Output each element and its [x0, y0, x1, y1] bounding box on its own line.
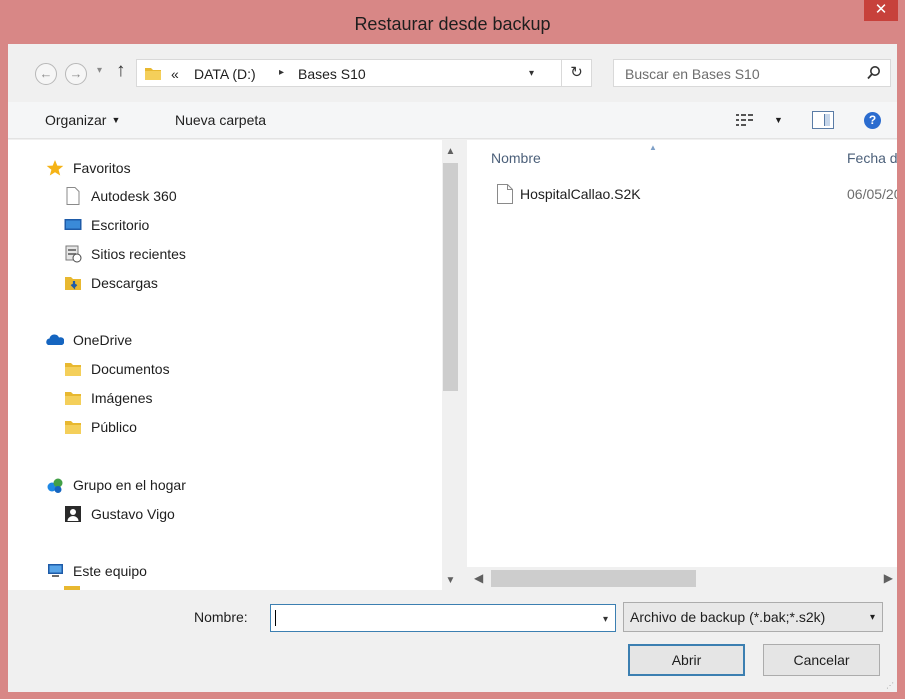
computer-icon [48, 564, 63, 577]
text-caret [275, 610, 276, 626]
cloud-icon [46, 334, 64, 345]
command-toolbar: Organizar ▼ Nueva carpeta ▼ ? [8, 102, 897, 139]
open-button[interactable]: Abrir [628, 644, 745, 676]
breadcrumb-bases-s10[interactable]: Bases S10 [298, 66, 366, 82]
downloads-folder-icon [65, 277, 81, 290]
scroll-down-icon[interactable]: ▼ [442, 575, 459, 586]
help-icon[interactable]: ? [864, 112, 881, 129]
close-button[interactable]: ✕ [864, 0, 898, 21]
dialog-client: ← → ▾ ↑ « DATA (D:) ▸ Bases S10 ▾ ↻ Busc… [8, 44, 897, 692]
resize-grip-icon[interactable]: ⋰ [886, 681, 894, 690]
navigation-pane[interactable]: Favoritos Autodesk 360 Escritorio Sitios… [8, 140, 445, 590]
search-icon[interactable] [866, 65, 882, 81]
window-title: Restaurar desde backup [354, 14, 551, 34]
star-icon [46, 160, 64, 176]
nav-item-label: Autodesk 360 [91, 188, 177, 204]
scrollbar-thumb[interactable] [491, 570, 696, 587]
organize-label: Organizar [45, 112, 107, 128]
new-folder-button[interactable]: Nueva carpeta [175, 112, 266, 128]
navigation-scrollbar[interactable]: ▲ ▼ [442, 140, 459, 590]
scrollbar-thumb[interactable] [443, 163, 458, 391]
file-date: 06/05/20 [847, 186, 897, 202]
back-button[interactable]: ← [35, 63, 57, 85]
breadcrumb-data-drive[interactable]: DATA (D:) [194, 66, 256, 82]
nav-onedrive-label: OneDrive [73, 332, 133, 348]
file-row[interactable]: HospitalCallao.S2K 06/05/20 [491, 182, 897, 206]
refresh-icon: ↻ [570, 64, 583, 81]
arrow-up-icon: ↑ [116, 60, 126, 81]
address-row: ← → ▾ ↑ « DATA (D:) ▸ Bases S10 ▾ ↻ Busc… [8, 44, 897, 102]
file-icon [497, 184, 513, 204]
arrow-right-icon: → [69, 66, 83, 81]
scroll-left-icon[interactable]: ◀ [474, 571, 483, 585]
dialog-window: Restaurar desde backup ✕ ← → ▾ ↑ « DATA … [0, 0, 905, 699]
nav-item-label: Público [91, 419, 137, 435]
file-type-select[interactable]: Archivo de backup (*.bak;*.s2k) ▾ [623, 602, 883, 632]
nav-item-label: Documentos [91, 361, 170, 377]
refresh-button[interactable]: ↻ [562, 59, 592, 87]
organize-menu[interactable]: Organizar ▼ [45, 112, 120, 128]
user-icon [65, 506, 81, 522]
file-list[interactable]: ▲ Nombre Fecha d HospitalCallao.S2K 06/0… [467, 140, 897, 567]
sort-ascending-icon: ▲ [649, 143, 657, 152]
address-overflow[interactable]: « [171, 66, 179, 82]
search-placeholder: Buscar en Bases S10 [625, 66, 760, 82]
title-bar[interactable]: Restaurar desde backup ✕ [0, 0, 905, 44]
cancel-button[interactable]: Cancelar [763, 644, 880, 676]
horizontal-scrollbar[interactable]: ◀ ▶ [467, 567, 897, 590]
nav-item-label: Sitios recientes [91, 246, 186, 262]
folder-icon [65, 392, 81, 405]
column-header-date[interactable]: Fecha d [847, 150, 897, 166]
nav-this-pc-label: Este equipo [73, 563, 147, 579]
dialog-footer: Nombre: ▾ Archivo de backup (*.bak;*.s2k… [8, 590, 897, 692]
scroll-up-icon[interactable]: ▲ [442, 146, 459, 157]
nav-item-label: Gustavo Vigo [91, 506, 175, 522]
search-input[interactable]: Buscar en Bases S10 [613, 59, 891, 87]
file-type-value: Archivo de backup (*.bak;*.s2k) [630, 609, 826, 625]
recent-places-icon [65, 245, 82, 263]
nav-item-label: Imágenes [91, 390, 153, 406]
view-dropdown-icon[interactable]: ▼ [774, 115, 783, 125]
column-header-name[interactable]: Nombre [491, 150, 541, 166]
preview-pane-icon[interactable] [812, 111, 834, 129]
document-icon [66, 187, 80, 205]
nav-favorites-label: Favoritos [73, 160, 131, 176]
folder-icon [65, 421, 81, 434]
chevron-down-icon: ▾ [869, 612, 875, 623]
filename-dropdown-icon[interactable]: ▾ [603, 614, 608, 625]
nav-item-label: Descargas [91, 275, 158, 291]
arrow-left-icon: ← [39, 66, 53, 81]
filename-input[interactable]: ▾ [270, 604, 616, 632]
address-bar[interactable]: « DATA (D:) ▸ Bases S10 ▾ [136, 59, 562, 87]
nav-item-label: Escritorio [91, 217, 150, 233]
chevron-down-icon: ▼ [111, 115, 121, 125]
up-button[interactable]: ↑ [116, 60, 126, 82]
nav-homegroup-label: Grupo en el hogar [73, 477, 186, 493]
forward-button[interactable]: → [65, 63, 87, 85]
desktop-icon [64, 219, 82, 230]
recent-locations-dropdown[interactable]: ▾ [97, 65, 102, 76]
folder-icon [145, 68, 161, 80]
breadcrumb-separator-icon[interactable]: ▸ [279, 67, 284, 78]
address-dropdown-icon[interactable]: ▾ [529, 68, 534, 79]
view-options-icon[interactable] [736, 113, 754, 127]
folder-icon [65, 363, 81, 376]
filename-label: Nombre: [194, 609, 248, 625]
scroll-right-icon[interactable]: ▶ [884, 571, 893, 585]
file-name: HospitalCallao.S2K [520, 186, 641, 202]
homegroup-icon [47, 478, 63, 493]
